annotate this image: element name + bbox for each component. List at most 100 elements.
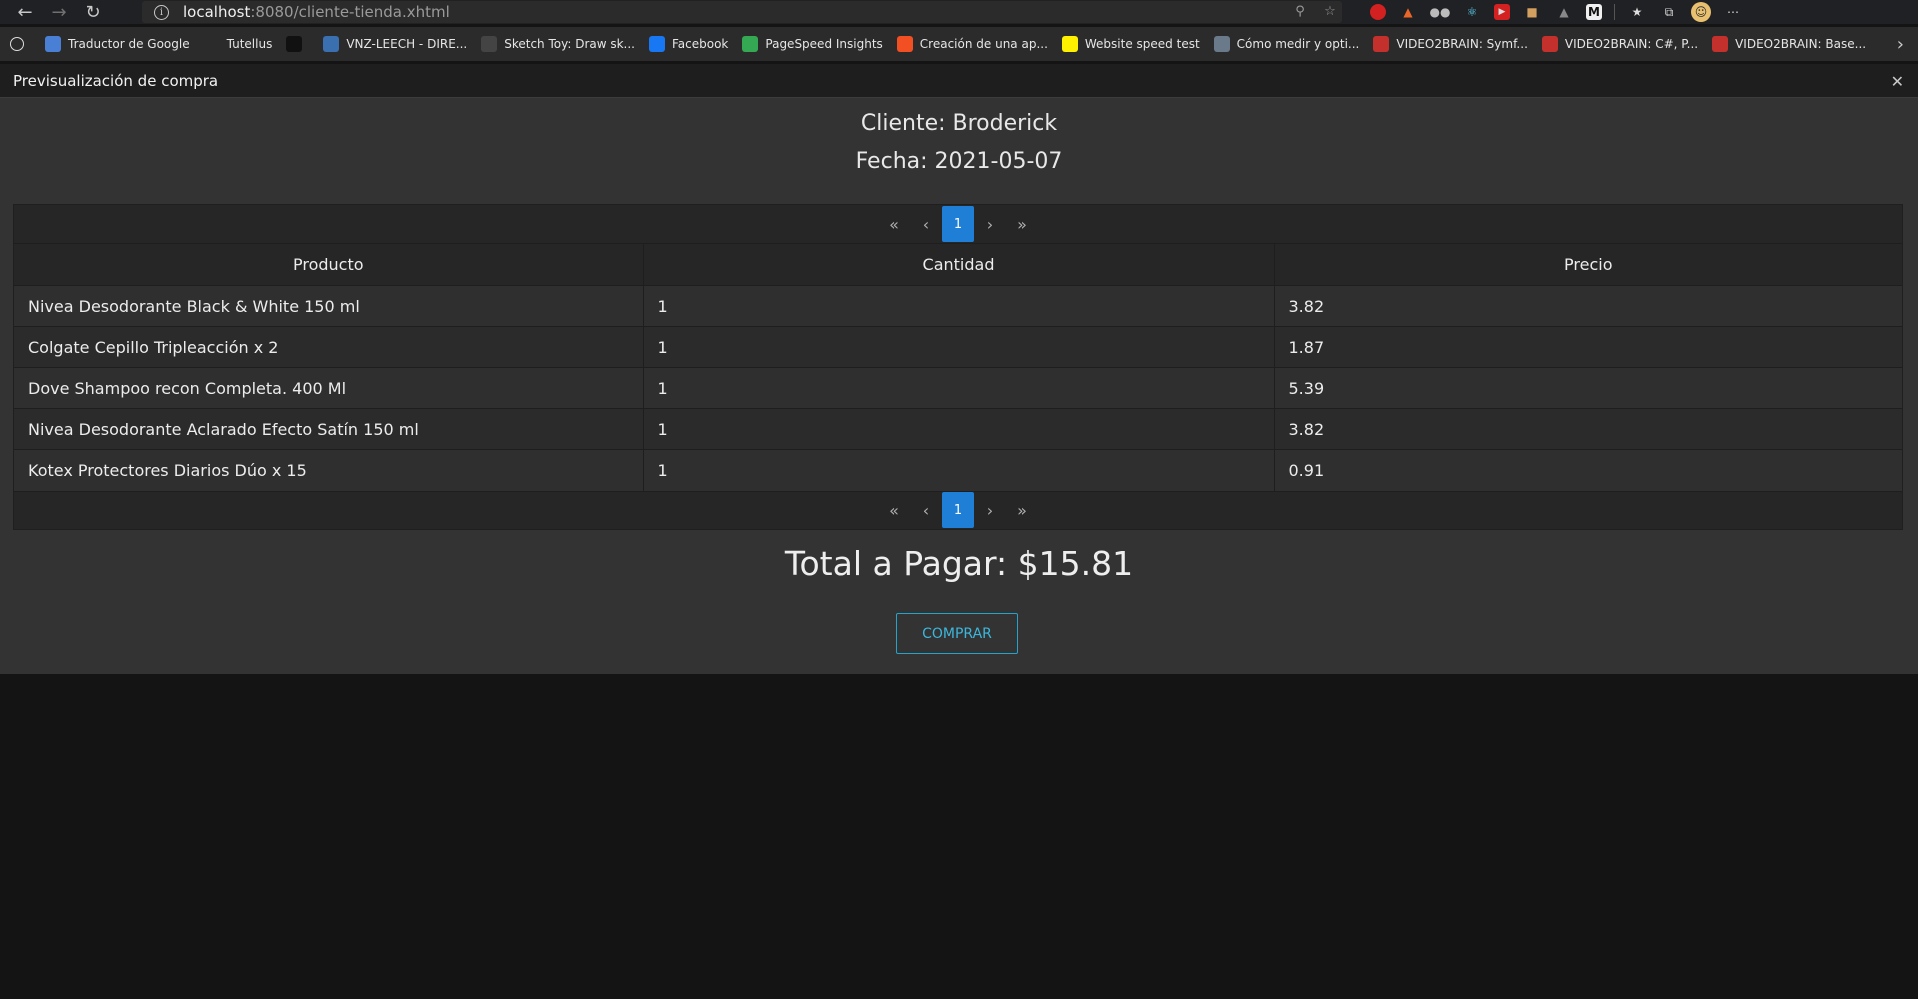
header-row: Producto Cantidad Precio	[14, 243, 1902, 286]
address-bar[interactable]: i localhost:8080/cliente-tienda.xhtml ⚲ …	[142, 1, 1342, 23]
bookmark-item[interactable]	[286, 36, 309, 52]
back-arrow-icon[interactable]: ←	[8, 0, 42, 24]
vr-extension-icon[interactable]: ●●	[1430, 3, 1451, 21]
purchase-date: Fecha: 2021-05-07	[855, 149, 1063, 174]
video-extension-icon[interactable]: ▶	[1494, 4, 1510, 20]
video2brain-icon	[1373, 36, 1390, 52]
bookmark-label: VIDEO2BRAIN: Symf...	[1396, 37, 1528, 51]
products-grid: Producto Cantidad Precio Nivea Desodoran…	[14, 243, 1902, 491]
bookmark-item[interactable]: Website speed test	[1061, 36, 1200, 52]
column-header-cantidad[interactable]: Cantidad	[643, 243, 1275, 286]
bookmark-item[interactable]: VIDEO2BRAIN: C#, P...	[1541, 36, 1699, 52]
price-cell: 1.87	[1274, 326, 1902, 368]
bookmark-label: Tutellus	[226, 37, 273, 51]
video2brain-icon	[1712, 36, 1729, 52]
table-row[interactable]: Kotex Protectores Diarios Dúo x 15 1 0.9…	[14, 449, 1902, 491]
extension-icon[interactable]: ■	[1522, 3, 1542, 21]
quantity-cell: 1	[643, 408, 1275, 450]
menu-dots-icon[interactable]: ⋯	[1723, 3, 1743, 21]
quantity-cell: 1	[643, 449, 1275, 491]
table-row[interactable]: Nivea Desodorante Black & White 150 ml 1…	[14, 285, 1902, 327]
bookmark-item[interactable]: Facebook	[649, 36, 728, 52]
dialog-header: Previsualización de compra ✕	[0, 64, 1918, 98]
microsoft-icon	[896, 36, 913, 52]
quantity-cell: 1	[643, 285, 1275, 327]
extension-icon[interactable]: ▲	[1554, 3, 1574, 21]
react-devtools-icon[interactable]: ⚛	[1462, 3, 1482, 21]
bookmark-item[interactable]: Sketch Toy: Draw sk...	[481, 36, 635, 52]
adblock-extension-icon[interactable]	[1370, 4, 1386, 20]
quantity-cell: 1	[643, 367, 1275, 409]
extensions-bar: ▲ ●● ⚛ ▶ ■ ▲ M ★ ⧉ ☺ ⋯	[1370, 2, 1743, 22]
first-page-icon[interactable]: «	[878, 206, 910, 242]
collections-icon[interactable]: ⧉	[1659, 3, 1679, 21]
customer-name: Cliente: Broderick	[860, 111, 1058, 136]
site-info-icon[interactable]: i	[154, 4, 169, 20]
bookmark-item[interactable]: VIDEO2BRAIN: Base...	[1712, 36, 1866, 52]
key-icon[interactable]: ⚲	[1292, 4, 1308, 20]
chevron-right-icon[interactable]: ›	[1897, 34, 1904, 55]
google-translate-icon	[45, 36, 61, 52]
page-button[interactable]: 1	[942, 206, 974, 242]
next-page-icon[interactable]: ›	[974, 206, 1006, 242]
bookmark-label: Creación de una ap...	[919, 37, 1048, 51]
github-icon	[10, 37, 24, 51]
page-button[interactable]: 1	[942, 492, 974, 528]
last-page-icon[interactable]: »	[1006, 492, 1038, 528]
bookmark-label: VIDEO2BRAIN: C#, P...	[1564, 37, 1699, 51]
pagespeed-icon	[742, 36, 759, 52]
reload-icon[interactable]: ↻	[76, 0, 110, 24]
purchase-preview-dialog: Previsualización de compra ✕ Cliente: Br…	[0, 64, 1918, 674]
bookmark-item[interactable]: VIDEO2BRAIN: Symf...	[1373, 36, 1528, 52]
product-cell: Nivea Desodorante Aclarado Efecto Satín …	[14, 408, 644, 450]
products-table: « ‹ 1 › » Producto Cantidad Precio Nivea…	[13, 204, 1903, 530]
total-to-pay: Total a Pagar: $15.81	[784, 544, 1134, 583]
forward-arrow-icon[interactable]: →	[42, 0, 76, 24]
tutellus-icon	[203, 36, 220, 52]
first-page-icon[interactable]: «	[878, 492, 910, 528]
table-row[interactable]: Dove Shampoo recon Completa. 400 Ml 1 5.…	[14, 367, 1902, 409]
table-row[interactable]: Colgate Cepillo Tripleacción x 2 1 1.87	[14, 326, 1902, 368]
bookmark-label: Website speed test	[1084, 37, 1200, 51]
column-header-producto[interactable]: Producto	[14, 243, 644, 286]
table-row[interactable]: Nivea Desodorante Aclarado Efecto Satín …	[14, 408, 1902, 450]
divider	[1614, 4, 1615, 20]
previous-page-icon[interactable]: ‹	[910, 492, 942, 528]
close-icon[interactable]: ✕	[1891, 72, 1904, 91]
favorites-icon[interactable]: ★	[1627, 3, 1647, 21]
bookmark-item[interactable]: PageSpeed Insights	[742, 36, 883, 52]
product-cell: Colgate Cepillo Tripleacción x 2	[14, 326, 644, 368]
bookmark-label: Traductor de Google	[68, 37, 190, 51]
product-cell: Dove Shampoo recon Completa. 400 Ml	[14, 367, 644, 409]
next-page-icon[interactable]: ›	[974, 492, 1006, 528]
bookmark-label: Facebook	[672, 37, 729, 51]
last-page-icon[interactable]: »	[1006, 206, 1038, 242]
sketch-icon	[481, 36, 498, 52]
avatar[interactable]: ☺	[1691, 2, 1711, 22]
browser-toolbar: ← → ↻ i localhost:8080/cliente-tienda.xh…	[0, 0, 1918, 24]
pingdom-icon	[1061, 36, 1078, 52]
product-cell: Nivea Desodorante Black & White 150 ml	[14, 285, 644, 327]
bookmark-label: Cómo medir y opti...	[1236, 37, 1360, 51]
buy-button[interactable]: COMPRAR	[896, 613, 1018, 654]
medium-extension-icon[interactable]: M	[1586, 4, 1602, 20]
bookmark-label: PageSpeed Insights	[765, 37, 883, 51]
bookmark-label: VNZ-LEECH - DIRE...	[346, 37, 468, 51]
bookmark-label: Sketch Toy: Draw sk...	[504, 37, 635, 51]
vnz-icon	[323, 36, 340, 52]
article-icon	[1213, 36, 1230, 52]
bookmarks-list: Traductor de Google Tutellus VNZ-LEECH - D…	[45, 36, 1880, 52]
previous-page-icon[interactable]: ‹	[910, 206, 942, 242]
favorite-star-icon[interactable]: ☆	[1322, 4, 1338, 20]
bookmarks-bar: Traductor de Google Tutellus VNZ-LEECH - D…	[0, 27, 1918, 61]
bookmark-label: VIDEO2BRAIN: Base...	[1735, 37, 1867, 51]
bookmark-item[interactable]: Traductor de Google	[45, 36, 190, 52]
bookmark-item[interactable]: VNZ-LEECH - DIRE...	[323, 36, 467, 52]
bookmark-item[interactable]: Creación de una ap...	[896, 36, 1048, 52]
github-bookmark[interactable]	[10, 37, 31, 51]
bookmark-item[interactable]: Cómo medir y opti...	[1213, 36, 1360, 52]
column-header-precio[interactable]: Precio	[1274, 243, 1902, 286]
product-cell: Kotex Protectores Diarios Dúo x 15	[14, 449, 644, 491]
bookmark-item[interactable]: Tutellus	[203, 36, 273, 52]
extension-icon[interactable]: ▲	[1398, 3, 1418, 21]
